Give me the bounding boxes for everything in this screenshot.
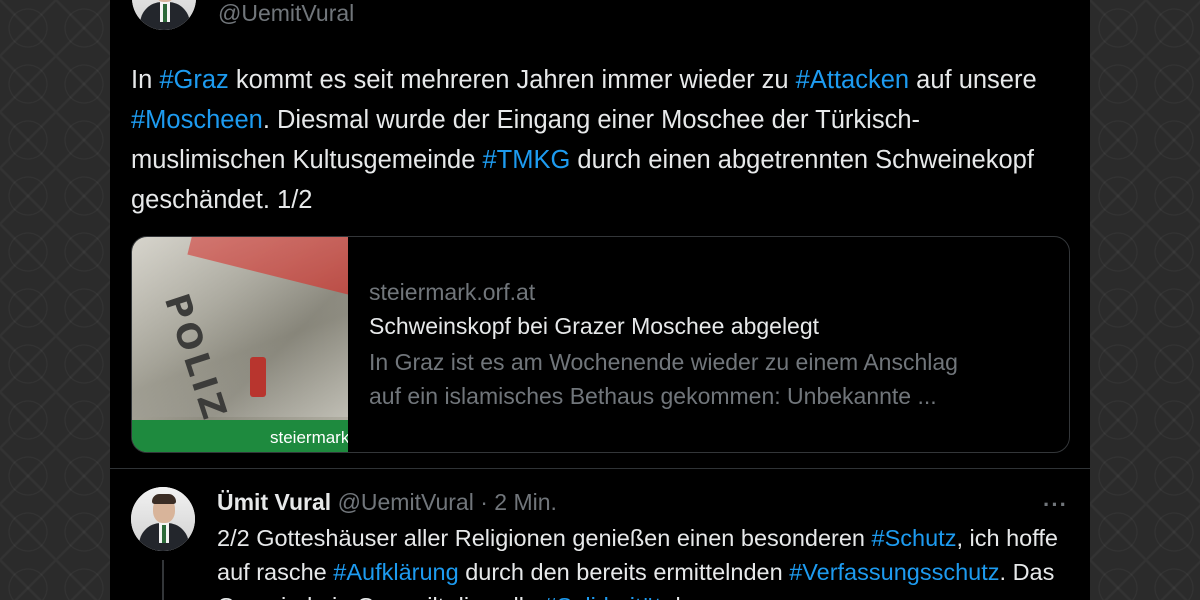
reply-timestamp[interactable]: 2 Min. bbox=[494, 489, 557, 515]
tweet-handle[interactable]: @UemitVural bbox=[218, 0, 354, 27]
tweet-divider bbox=[110, 468, 1090, 469]
tweet-text-segment: durch den bereits ermittelnden bbox=[458, 559, 790, 585]
hashtag-link[interactable]: #Schutz bbox=[872, 525, 957, 551]
hashtag-link[interactable]: #Aufklärung bbox=[333, 559, 458, 585]
reply-author-name[interactable]: Ümit Vural bbox=[217, 489, 331, 515]
tweet-text-segment: kommt es seit mehreren Jahren immer wied… bbox=[228, 66, 796, 94]
link-title[interactable]: Schweinskopf bei Grazer Moschee abgelegt bbox=[369, 309, 1059, 343]
thumbnail-source-label: steiermark bbox=[270, 428, 348, 447]
hashtag-link[interactable]: #Graz bbox=[159, 66, 228, 94]
hashtag-link[interactable]: #Moscheen bbox=[131, 106, 263, 134]
background-pattern-left bbox=[0, 0, 110, 600]
more-options-icon[interactable]: ··· bbox=[1043, 492, 1068, 518]
reply-avatar[interactable] bbox=[131, 487, 195, 551]
tweet-text-segment: der bbox=[661, 593, 702, 600]
link-description: In Graz ist es am Wochenende wieder zu e… bbox=[369, 345, 1059, 413]
link-preview-card[interactable]: POLIZEI steiermark steiermark.orf.at Sch… bbox=[131, 236, 1070, 453]
hashtag-link[interactable]: #TMKG bbox=[483, 146, 571, 174]
tweet-text-segment: 2/2 Gotteshäuser aller Religionen genieß… bbox=[217, 525, 872, 551]
link-description-line: auf ein islamisches Bethaus gekommen: Un… bbox=[369, 383, 937, 409]
background-pattern-right bbox=[1090, 0, 1200, 600]
link-thumbnail: POLIZEI steiermark bbox=[132, 237, 348, 452]
meta-separator: · bbox=[473, 489, 495, 515]
tweet-text-segment: In bbox=[131, 66, 160, 94]
hashtag-link[interactable]: #Attacken bbox=[796, 66, 909, 94]
avatar[interactable] bbox=[132, 0, 196, 30]
reply-header: Ümit Vural @UemitVural · 2 Min. bbox=[217, 487, 557, 517]
police-emblem-icon bbox=[250, 357, 266, 397]
hashtag-link[interactable]: #Solidarität bbox=[544, 593, 662, 600]
link-domain: steiermark.orf.at bbox=[369, 279, 536, 305]
tweet-text-segment: auf unsere bbox=[909, 66, 1037, 94]
tweet-text: In #Graz kommt es seit mehreren Jahren i… bbox=[131, 60, 1071, 220]
tweet-thread-card: @UemitVural In #Graz kommt es seit mehre… bbox=[110, 0, 1090, 600]
reply-text: 2/2 Gotteshäuser aller Religionen genieß… bbox=[217, 521, 1077, 600]
link-description-line: In Graz ist es am Wochenende wieder zu e… bbox=[369, 349, 958, 375]
thread-connector-line bbox=[162, 560, 164, 600]
reply-handle[interactable]: @UemitVural bbox=[338, 489, 474, 515]
hashtag-link[interactable]: #Verfassungsschutz bbox=[789, 559, 999, 585]
